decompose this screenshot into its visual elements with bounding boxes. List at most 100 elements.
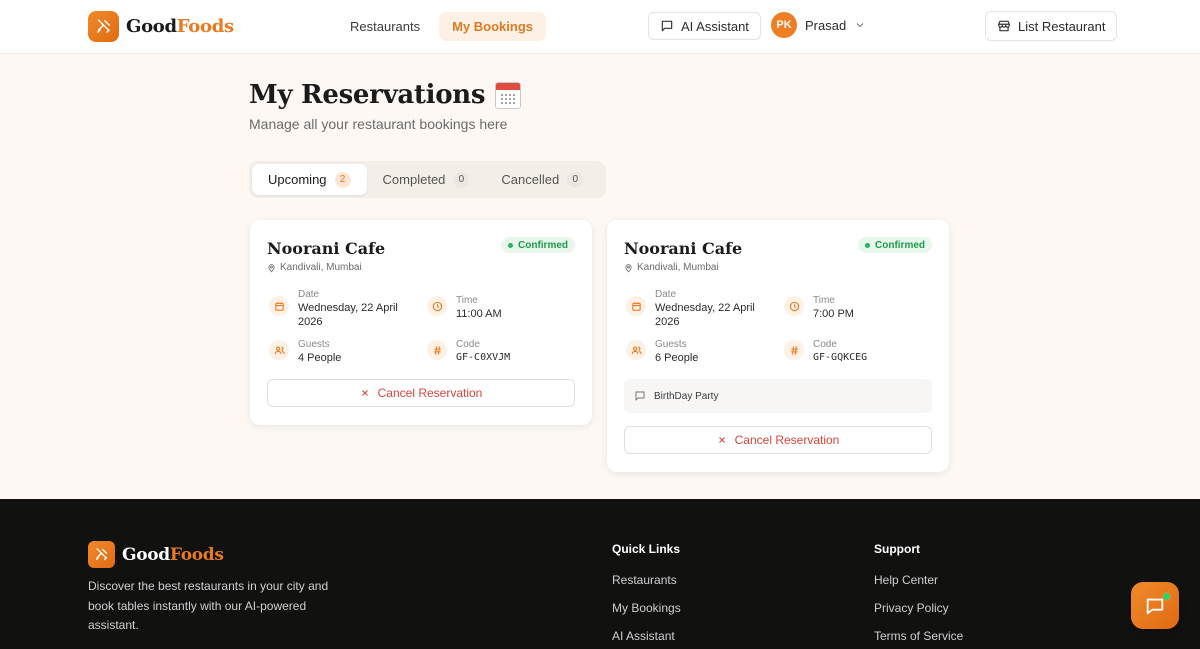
code-value: GF-C0XVJM bbox=[456, 352, 511, 363]
message-square-icon bbox=[635, 391, 645, 401]
calendar-icon bbox=[626, 296, 646, 316]
top-navbar: GoodFoods Restaurants My Bookings AI Ass… bbox=[0, 0, 1200, 54]
status-text: Confirmed bbox=[518, 239, 568, 251]
guests-label: Guests bbox=[298, 339, 330, 350]
code-label: Code bbox=[456, 339, 480, 350]
note-text: BirthDay Party bbox=[654, 390, 719, 402]
user-menu[interactable]: PK Prasad bbox=[771, 12, 866, 38]
quick-links-column: Quick Links Restaurants My Bookings AI A… bbox=[612, 542, 681, 649]
date-label: Date bbox=[655, 289, 677, 300]
tab-label: Cancelled bbox=[501, 172, 560, 187]
footer-link-restaurants[interactable]: Restaurants bbox=[612, 573, 681, 587]
nav-my-bookings[interactable]: My Bookings bbox=[439, 12, 546, 41]
avatar: PK bbox=[771, 12, 797, 38]
time-field: Time 7:00 PM bbox=[784, 295, 854, 321]
map-pin-icon bbox=[268, 263, 275, 272]
restaurant-location: Kandivali, Mumbai bbox=[267, 262, 362, 273]
chat-assistant-button[interactable] bbox=[1131, 582, 1179, 629]
calendar-emoji-icon bbox=[495, 81, 522, 109]
list-restaurant-button[interactable]: List Restaurant bbox=[985, 11, 1118, 41]
date-label: Date bbox=[298, 289, 320, 300]
hash-icon bbox=[427, 340, 447, 360]
hash-icon bbox=[784, 340, 804, 360]
restaurant-name: Noorani Cafe bbox=[267, 239, 386, 258]
tab-completed[interactable]: Completed 0 bbox=[367, 164, 486, 195]
footer-description: Discover the best restaurants in your ci… bbox=[88, 579, 329, 632]
tab-label: Upcoming bbox=[268, 172, 327, 187]
cancel-reservation-button[interactable]: Cancel Reservation bbox=[624, 426, 932, 454]
page-subtitle: Manage all your restaurant bookings here bbox=[249, 116, 508, 132]
store-icon bbox=[998, 20, 1010, 32]
status-dot-icon bbox=[865, 242, 870, 248]
chevron-down-icon bbox=[856, 23, 864, 28]
footer-link-my-bookings[interactable]: My Bookings bbox=[612, 601, 681, 615]
utensils-icon bbox=[88, 11, 119, 42]
page-header: My Reservations bbox=[249, 80, 522, 110]
time-label: Time bbox=[813, 295, 835, 306]
reservation-card: Noorani Cafe Kandivali, Mumbai Confirmed… bbox=[607, 220, 949, 472]
location-text: Kandivali, Mumbai bbox=[637, 262, 719, 273]
list-restaurant-label: List Restaurant bbox=[1018, 18, 1106, 34]
special-request-note: BirthDay Party bbox=[624, 379, 932, 413]
guests-field: Guests 4 People bbox=[269, 339, 341, 365]
status-text: Confirmed bbox=[875, 239, 925, 251]
quick-links-title: Quick Links bbox=[612, 542, 681, 556]
date-field: Date Wednesday, 22 April 2026 bbox=[626, 289, 755, 329]
footer-brand-logo[interactable]: GoodFoods bbox=[88, 541, 224, 568]
time-value: 11:00 AM bbox=[456, 308, 502, 320]
status-badge: Confirmed bbox=[858, 237, 932, 253]
user-name: Prasad bbox=[805, 17, 847, 33]
nav-restaurants[interactable]: Restaurants bbox=[337, 12, 433, 41]
users-icon bbox=[269, 340, 289, 360]
guests-value: 4 People bbox=[298, 352, 342, 364]
time-value: 7:00 PM bbox=[813, 308, 854, 320]
tab-upcoming[interactable]: Upcoming 2 bbox=[252, 164, 367, 195]
tab-count: 2 bbox=[334, 171, 351, 188]
code-field: Code GF-C0XVJM bbox=[427, 339, 510, 365]
restaurant-location: Kandivali, Mumbai bbox=[624, 262, 719, 273]
support-column: Support Help Center Privacy Policy Terms… bbox=[874, 542, 963, 649]
guests-field: Guests 6 People bbox=[626, 339, 698, 365]
brand-name-part2: Foods bbox=[176, 16, 234, 37]
clock-icon bbox=[427, 296, 447, 316]
cancel-label: Cancel Reservation bbox=[377, 386, 483, 400]
main-nav: Restaurants My Bookings bbox=[337, 12, 546, 41]
date-field: Date Wednesday, 22 April 2026 bbox=[269, 289, 398, 329]
calendar-icon bbox=[269, 296, 289, 316]
code-label: Code bbox=[813, 339, 837, 350]
footer-link-ai-assistant[interactable]: AI Assistant bbox=[612, 629, 681, 643]
brand-name-part2: Foods bbox=[169, 544, 224, 565]
code-value: GF-GQKCEG bbox=[813, 352, 868, 363]
x-icon bbox=[361, 390, 368, 396]
time-label: Time bbox=[456, 295, 478, 306]
site-footer: GoodFoods Discover the best restaurants … bbox=[0, 499, 1200, 649]
status-badge: Confirmed bbox=[501, 237, 575, 253]
tab-cancelled[interactable]: Cancelled 0 bbox=[485, 164, 599, 195]
guests-label: Guests bbox=[655, 339, 687, 350]
tab-label: Completed bbox=[382, 172, 446, 187]
reservation-tabs: Upcoming 2 Completed 0 Cancelled 0 bbox=[249, 161, 606, 198]
tab-count: 0 bbox=[567, 171, 584, 188]
message-square-icon bbox=[661, 20, 673, 32]
brand-logo[interactable]: GoodFoods bbox=[88, 11, 234, 42]
brand-name: GoodFoods bbox=[126, 16, 234, 37]
location-text: Kandivali, Mumbai bbox=[280, 262, 362, 273]
brand-name-part1: Good bbox=[122, 544, 170, 565]
users-icon bbox=[626, 340, 646, 360]
utensils-icon bbox=[88, 541, 115, 568]
reservation-card: Noorani Cafe Kandivali, Mumbai Confirmed… bbox=[250, 220, 592, 425]
footer-link-privacy-policy[interactable]: Privacy Policy bbox=[874, 601, 963, 615]
ai-assistant-button[interactable]: AI Assistant bbox=[648, 12, 761, 40]
code-field: Code GF-GQKCEG bbox=[784, 339, 867, 365]
x-icon bbox=[718, 437, 725, 443]
footer-link-help-center[interactable]: Help Center bbox=[874, 573, 963, 587]
ai-assistant-label: AI Assistant bbox=[681, 18, 749, 34]
date-value-line2: 2026 bbox=[655, 316, 680, 328]
online-indicator-icon bbox=[1162, 592, 1171, 601]
status-dot-icon bbox=[508, 242, 513, 248]
tab-count: 0 bbox=[453, 171, 470, 188]
footer-link-terms[interactable]: Terms of Service bbox=[874, 629, 963, 643]
guests-value: 6 People bbox=[655, 352, 699, 364]
clock-icon bbox=[784, 296, 804, 316]
cancel-reservation-button[interactable]: Cancel Reservation bbox=[267, 379, 575, 407]
